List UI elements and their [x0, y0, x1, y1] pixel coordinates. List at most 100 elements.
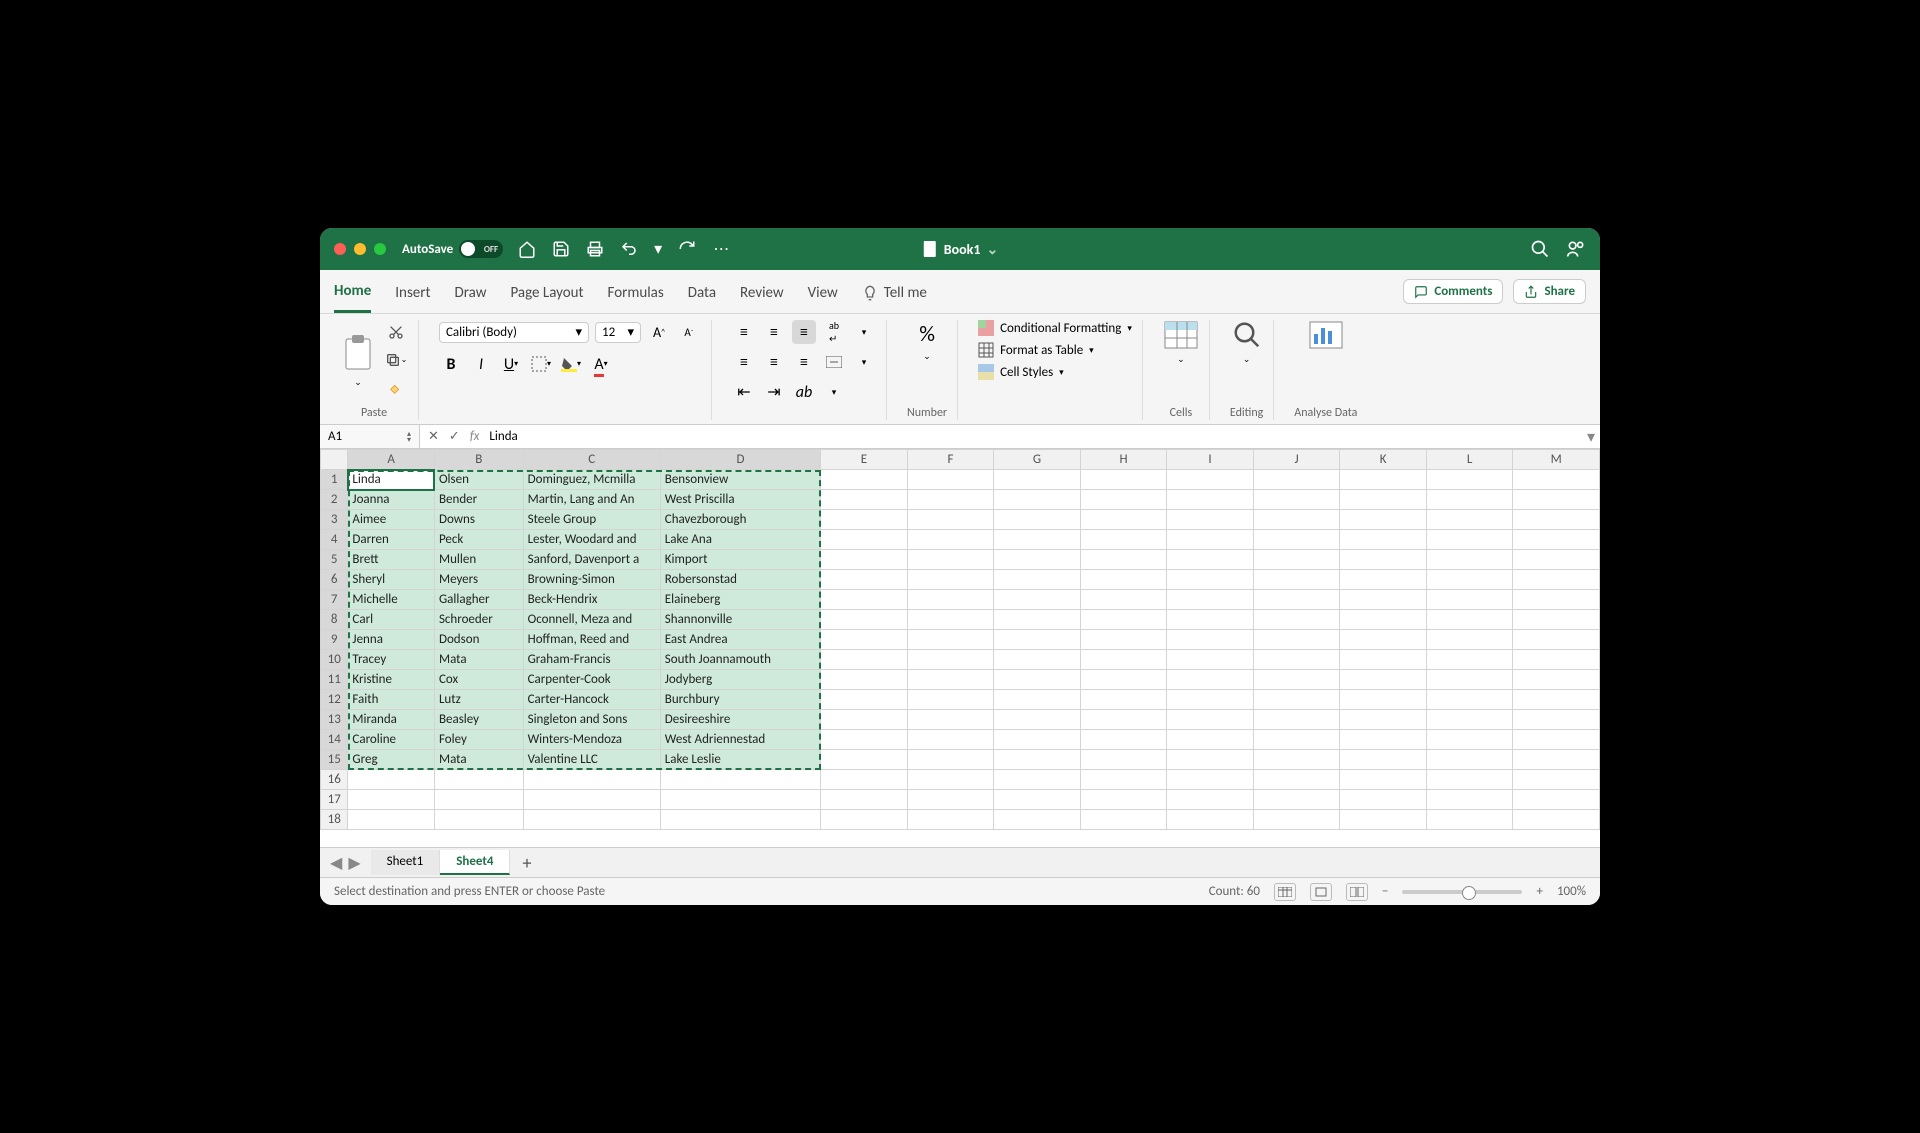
cell-E9[interactable]	[821, 630, 908, 650]
cell-C9[interactable]: Hoffman, Reed and	[523, 630, 660, 650]
col-header-E[interactable]: E	[821, 450, 908, 470]
row-header-16[interactable]: 16	[321, 770, 348, 790]
redo-icon[interactable]	[677, 239, 697, 259]
cell-J11[interactable]	[1253, 670, 1340, 690]
row-header-17[interactable]: 17	[321, 790, 348, 810]
cell-E7[interactable]	[821, 590, 908, 610]
cell-C4[interactable]: Lester, Woodard and	[523, 530, 660, 550]
cell-D5[interactable]: Kimport	[660, 550, 820, 570]
cell-A4[interactable]: Darren	[348, 530, 435, 550]
row-header-5[interactable]: 5	[321, 550, 348, 570]
cell-J17[interactable]	[1253, 790, 1340, 810]
row-header-13[interactable]: 13	[321, 710, 348, 730]
cell-F4[interactable]	[907, 530, 994, 550]
cell-J10[interactable]	[1253, 650, 1340, 670]
cell-I11[interactable]	[1167, 670, 1254, 690]
cell-L4[interactable]	[1426, 530, 1513, 550]
cell-B8[interactable]: Schroeder	[434, 610, 523, 630]
row-header-12[interactable]: 12	[321, 690, 348, 710]
find-icon[interactable]	[1231, 320, 1263, 350]
decrease-indent-icon[interactable]: ⇤	[732, 380, 756, 404]
row-header-6[interactable]: 6	[321, 570, 348, 590]
row-header-2[interactable]: 2	[321, 490, 348, 510]
cell-B10[interactable]: Mata	[434, 650, 523, 670]
cell-B3[interactable]: Downs	[434, 510, 523, 530]
cell-M6[interactable]	[1513, 570, 1600, 590]
row-header-18[interactable]: 18	[321, 810, 348, 830]
cell-A6[interactable]: Sheryl	[348, 570, 435, 590]
underline-button[interactable]: U▾	[499, 352, 523, 376]
cell-A15[interactable]: Greg	[348, 750, 435, 770]
cell-J6[interactable]	[1253, 570, 1340, 590]
formula-input[interactable]: Linda	[489, 429, 517, 444]
cell-M5[interactable]	[1513, 550, 1600, 570]
cell-F17[interactable]	[907, 790, 994, 810]
sheet-tab-sheet1[interactable]: Sheet1	[371, 850, 441, 875]
cell-D17[interactable]	[660, 790, 820, 810]
cell-H17[interactable]	[1080, 790, 1167, 810]
cell-L1[interactable]	[1426, 470, 1513, 490]
close-window-button[interactable]	[334, 243, 346, 255]
paste-icon[interactable]	[340, 333, 376, 373]
search-icon[interactable]	[1530, 239, 1550, 259]
cell-D7[interactable]: Elaineberg	[660, 590, 820, 610]
cell-L18[interactable]	[1426, 810, 1513, 830]
tab-review[interactable]: Review	[740, 278, 784, 312]
cell-L16[interactable]	[1426, 770, 1513, 790]
increase-indent-icon[interactable]: ⇥	[762, 380, 786, 404]
zoom-in-button[interactable]: +	[1536, 884, 1542, 899]
font-name-select[interactable]: Calibri (Body)▾	[439, 322, 589, 343]
col-header-J[interactable]: J	[1253, 450, 1340, 470]
cell-F6[interactable]	[907, 570, 994, 590]
cell-M18[interactable]	[1513, 810, 1600, 830]
cell-I10[interactable]	[1167, 650, 1254, 670]
cell-I15[interactable]	[1167, 750, 1254, 770]
cell-G2[interactable]	[994, 490, 1081, 510]
cell-C15[interactable]: Valentine LLC	[523, 750, 660, 770]
cell-D2[interactable]: West Priscilla	[660, 490, 820, 510]
col-header-A[interactable]: A	[348, 450, 435, 470]
merge-dropdown-icon[interactable]: ▾	[852, 350, 876, 374]
align-bottom-icon[interactable]: ≡	[792, 320, 816, 344]
cell-M14[interactable]	[1513, 730, 1600, 750]
cell-J16[interactable]	[1253, 770, 1340, 790]
add-sheet-button[interactable]: +	[510, 852, 543, 874]
home-icon[interactable]	[517, 239, 537, 259]
cell-C7[interactable]: Beck-Hendrix	[523, 590, 660, 610]
copy-icon[interactable]: ⌄	[384, 348, 408, 372]
cell-K12[interactable]	[1340, 690, 1427, 710]
cell-M3[interactable]	[1513, 510, 1600, 530]
cell-K15[interactable]	[1340, 750, 1427, 770]
cell-L15[interactable]	[1426, 750, 1513, 770]
cell-J3[interactable]	[1253, 510, 1340, 530]
cell-F9[interactable]	[907, 630, 994, 650]
cell-F16[interactable]	[907, 770, 994, 790]
cell-L5[interactable]	[1426, 550, 1513, 570]
cell-K8[interactable]	[1340, 610, 1427, 630]
cell-D11[interactable]: Jodyberg	[660, 670, 820, 690]
cell-B2[interactable]: Bender	[434, 490, 523, 510]
cell-J15[interactable]	[1253, 750, 1340, 770]
cell-K17[interactable]	[1340, 790, 1427, 810]
cell-L3[interactable]	[1426, 510, 1513, 530]
cell-M10[interactable]	[1513, 650, 1600, 670]
row-header-8[interactable]: 8	[321, 610, 348, 630]
cell-J1[interactable]	[1253, 470, 1340, 490]
cell-H3[interactable]	[1080, 510, 1167, 530]
col-header-I[interactable]: I	[1167, 450, 1254, 470]
cell-B11[interactable]: Cox	[434, 670, 523, 690]
cell-L2[interactable]	[1426, 490, 1513, 510]
cell-D6[interactable]: Robersonstad	[660, 570, 820, 590]
cell-F11[interactable]	[907, 670, 994, 690]
row-header-11[interactable]: 11	[321, 670, 348, 690]
cell-L12[interactable]	[1426, 690, 1513, 710]
cell-F18[interactable]	[907, 810, 994, 830]
fill-color-icon[interactable]: ▾	[559, 352, 583, 376]
borders-icon[interactable]: ▾	[529, 352, 553, 376]
minimize-window-button[interactable]	[354, 243, 366, 255]
cell-H6[interactable]	[1080, 570, 1167, 590]
font-size-select[interactable]: 12▾	[595, 322, 641, 343]
cell-L11[interactable]	[1426, 670, 1513, 690]
cell-G17[interactable]	[994, 790, 1081, 810]
cell-D16[interactable]	[660, 770, 820, 790]
